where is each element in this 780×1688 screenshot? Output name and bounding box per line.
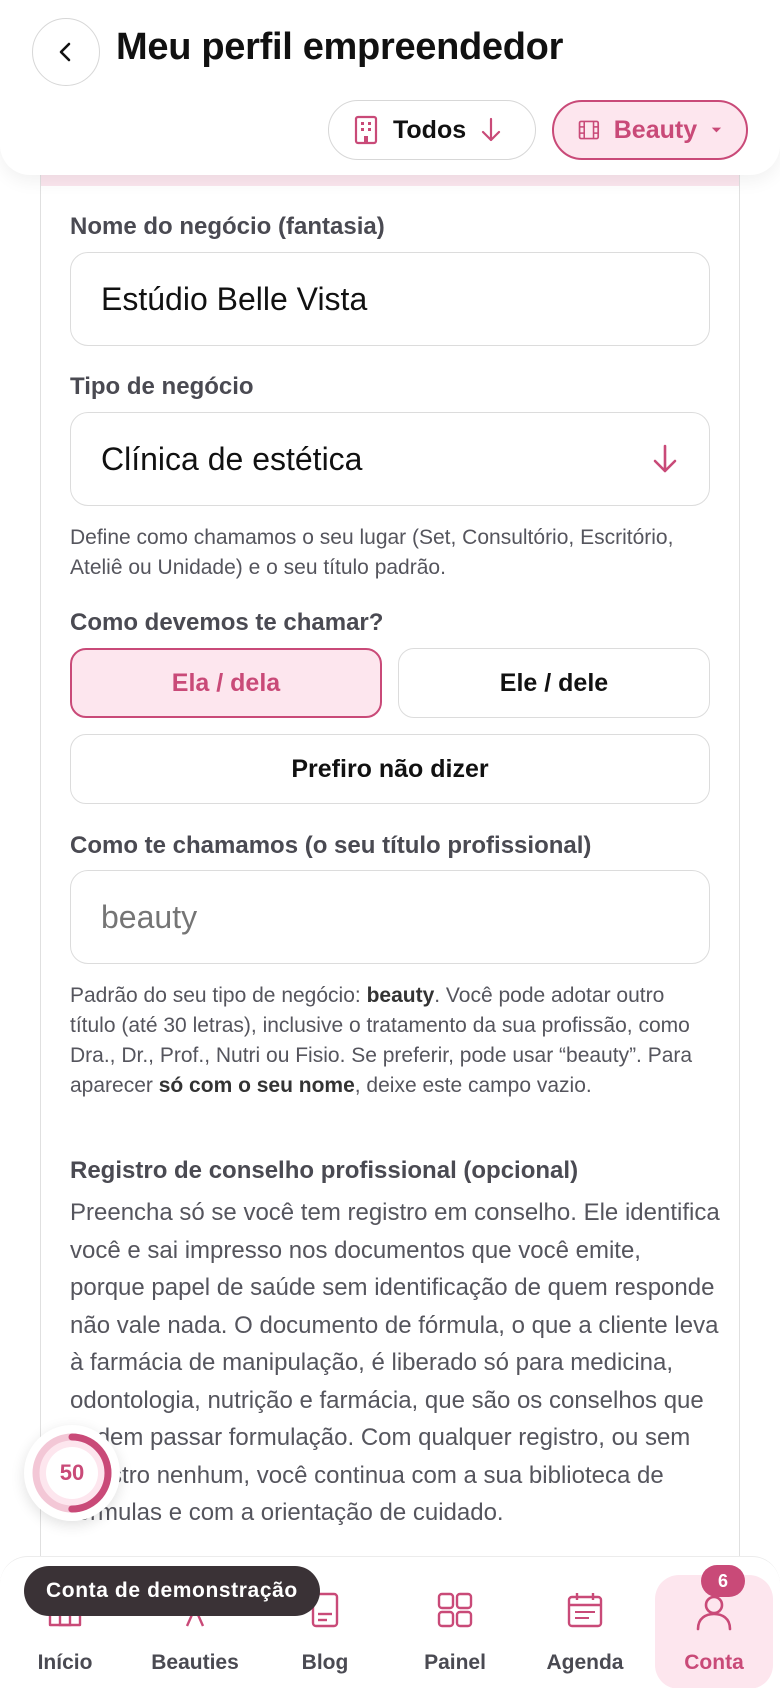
nav-item-painel[interactable]: Painel: [390, 1557, 520, 1688]
business-type-label: Tipo de negócio: [70, 373, 254, 400]
progress-value: 50: [59, 1460, 85, 1485]
profile-progress-badge[interactable]: 50: [24, 1425, 120, 1521]
title-help-bold-2: só com o seu nome: [158, 1074, 355, 1097]
title-help-text-1: Padrão do seu tipo de negócio:: [70, 984, 367, 1007]
back-button[interactable]: [32, 18, 100, 86]
nav-label: Início: [37, 1651, 93, 1674]
pronoun-option-ele[interactable]: Ele / dele: [398, 648, 710, 718]
nav-label: Conta: [684, 1651, 744, 1674]
title-input[interactable]: [70, 870, 710, 964]
business-name-input[interactable]: Estúdio Belle Vista: [70, 252, 710, 346]
arrow-down-icon: [482, 117, 501, 142]
notification-badge: 6: [701, 1565, 745, 1597]
nav-item-agenda[interactable]: Agenda: [520, 1557, 650, 1688]
title-help-text-3: , deixe este campo vazio.: [354, 1074, 592, 1097]
building-icon: [354, 115, 378, 145]
title-help-bold-1: beauty: [366, 984, 435, 1007]
pronoun-option-ela[interactable]: Ela / dela: [70, 648, 382, 718]
council-label: Registro de conselho profissional (opcio…: [70, 1157, 579, 1184]
nav-label: Agenda: [546, 1651, 624, 1674]
pronoun-option-prefiro[interactable]: Prefiro não dizer: [70, 734, 710, 804]
grid-icon: [437, 1592, 473, 1628]
nav-label: Blog: [301, 1651, 349, 1674]
demo-account-toast[interactable]: Conta de demonstração: [24, 1566, 320, 1616]
business-type-help: Define como chamamos o seu lugar (Set, C…: [70, 526, 674, 579]
title-help: Padrão do seu tipo de negócio: beauty. V…: [70, 981, 710, 1101]
business-name-label: Nome do negócio (fantasia): [70, 213, 385, 240]
nav-item-conta[interactable]: 6 Conta: [655, 1565, 773, 1688]
app-header: Meu perfil empreendedor Todos Beauty: [0, 0, 780, 175]
arrow-down-icon: [653, 444, 677, 473]
filter-beauty-label: Beauty: [613, 115, 698, 144]
film-icon: [578, 120, 600, 140]
caret-down-icon: [711, 127, 722, 133]
chevron-left-icon: [59, 42, 71, 62]
nav-label: Painel: [424, 1651, 486, 1674]
council-description: Preencha só se você tem registro em cons…: [70, 1199, 720, 1526]
filter-todos-label: Todos: [393, 115, 467, 144]
business-type-select[interactable]: Clínica de estética: [70, 412, 710, 506]
title-label: Como te chamamos (o seu título profissio…: [70, 832, 592, 859]
nav-label: Beauties: [151, 1651, 239, 1674]
user-icon: [696, 1595, 732, 1631]
business-type-value: Clínica de estética: [101, 440, 363, 477]
page-title: Meu perfil empreendedor: [116, 26, 564, 68]
calendar-icon: [567, 1593, 603, 1628]
pronoun-label: Como devemos te chamar?: [70, 609, 384, 636]
filter-beauty-button[interactable]: Beauty: [552, 100, 748, 160]
filter-todos-button[interactable]: Todos: [328, 100, 536, 160]
